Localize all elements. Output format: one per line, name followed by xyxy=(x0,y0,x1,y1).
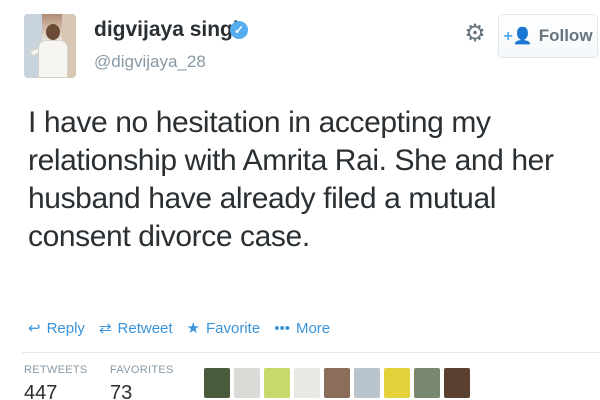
follow-label: Follow xyxy=(538,26,593,45)
retweet-icon: ⇄ xyxy=(98,320,112,337)
divider xyxy=(22,352,600,353)
retweeter-avatar[interactable] xyxy=(234,368,260,398)
star-icon: ★ xyxy=(186,320,200,337)
favorite-label: Favorite xyxy=(206,319,261,337)
more-label: More xyxy=(295,319,331,337)
retweeter-avatar[interactable] xyxy=(264,368,290,398)
add-user-icon: +👤 xyxy=(503,28,533,45)
verified-badge-icon: ✓ xyxy=(230,21,248,39)
avatar-body xyxy=(38,40,68,78)
retweeter-avatar[interactable] xyxy=(414,368,440,398)
retweet-label: Retweet xyxy=(117,319,173,337)
retweeter-avatar[interactable] xyxy=(204,368,230,398)
retweeter-avatars xyxy=(204,368,474,398)
user-name[interactable]: digvijaya singh xyxy=(94,18,246,42)
reply-action[interactable]: ↩ Reply xyxy=(28,319,85,338)
more-icon: ••• xyxy=(274,319,290,337)
retweets-label: RETWEETS xyxy=(24,364,88,376)
favorites-label: FAVORITES xyxy=(110,364,174,376)
more-action[interactable]: ••• More xyxy=(274,320,330,337)
gear-icon[interactable]: ⚙ xyxy=(462,21,488,47)
avatar[interactable] xyxy=(24,14,76,78)
retweets-count: 447 xyxy=(24,382,58,400)
retweeter-avatar[interactable] xyxy=(324,368,350,398)
retweets-stat[interactable]: RETWEETS 447 xyxy=(24,364,88,400)
favorites-count: 73 xyxy=(110,382,133,400)
follow-button[interactable]: +👤 Follow xyxy=(498,14,598,58)
retweeter-avatar[interactable] xyxy=(384,368,410,398)
retweeter-avatar[interactable] xyxy=(294,368,320,398)
favorite-action[interactable]: ★ Favorite xyxy=(186,319,261,338)
tweet-text: I have no hesitation in accepting my rel… xyxy=(28,106,554,253)
retweet-action[interactable]: ⇄ Retweet xyxy=(98,319,173,338)
tweet-header: digvijaya singh ✓ @digvijaya_28 ⚙ +👤 Fol… xyxy=(22,12,598,82)
reply-icon: ↩ xyxy=(28,320,41,337)
reply-label: Reply xyxy=(46,319,85,337)
tweet-actions: ↩ Reply ⇄ Retweet ★ Favorite ••• More xyxy=(28,316,344,340)
avatar-head xyxy=(46,24,60,40)
user-handle[interactable]: @digvijaya_28 xyxy=(94,52,206,72)
retweeter-avatar[interactable] xyxy=(444,368,470,398)
retweeter-avatar[interactable] xyxy=(354,368,380,398)
favorites-stat[interactable]: FAVORITES 73 xyxy=(110,364,174,400)
